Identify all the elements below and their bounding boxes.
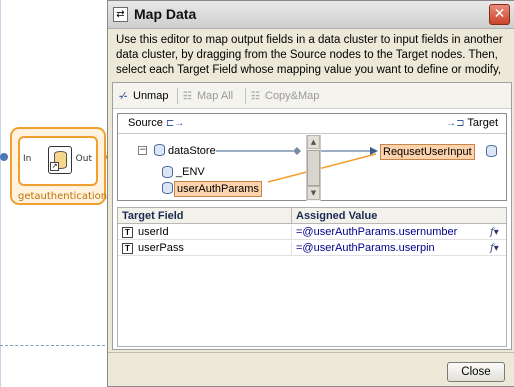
mapping-line-active <box>267 153 377 183</box>
dialog-title: Map Data <box>134 6 197 22</box>
function-icon[interactable]: f▾ <box>490 225 504 240</box>
map-all-button[interactable]: ☷ Map All <box>183 88 233 104</box>
text-type-icon: T <box>122 243 133 254</box>
column-header-assigned-value[interactable]: Assigned Value <box>292 208 506 224</box>
mapping-canvas[interactable]: Source ⊏→ →⊐ Target − dataStore _ENV use… <box>117 113 507 201</box>
database-icon: ↗ <box>48 146 72 174</box>
mapping-toolbar: -⁄- Unmap ☷ Map All ☷ Copy&Map <box>113 83 511 109</box>
canvas-edge <box>0 0 1 387</box>
canvas-boundary-line <box>0 345 110 346</box>
table-header: Target Field Assigned Value <box>118 208 506 224</box>
text-type-icon: T <box>122 227 133 238</box>
unmap-label: Unmap <box>133 90 169 102</box>
data-field-icon <box>162 182 173 194</box>
data-field-icon <box>162 166 173 178</box>
shortcut-arrow-icon: ↗ <box>50 162 59 171</box>
column-header-target-field[interactable]: Target Field <box>118 208 292 224</box>
table-row[interactable]: T userPass =@userAuthParams.userpin f▾ <box>118 241 506 256</box>
tree-collapse-icon[interactable]: − <box>138 146 147 155</box>
node-in-label: In <box>23 154 32 164</box>
mapping-panel: -⁄- Unmap ☷ Map All ☷ Copy&Map Source ⊏→ →⊐… <box>112 82 512 350</box>
node-body: In ↗ Out <box>18 136 98 186</box>
input-port[interactable] <box>0 153 8 161</box>
map-all-label: Map All <box>197 90 234 102</box>
copy-map-label: Copy&Map <box>265 90 320 102</box>
close-icon[interactable]: ✕ <box>489 4 510 25</box>
scroll-up-arrow-icon[interactable]: ▲ <box>307 135 320 149</box>
source-child-userauthparams[interactable]: userAuthParams <box>174 181 262 197</box>
table-row[interactable]: T userId =@userAuthParams.usernumber f▾ <box>118 225 506 240</box>
target-field-name: userId <box>138 226 169 238</box>
toolbar-separator <box>245 88 246 104</box>
map-data-icon: ⇄ <box>113 7 128 22</box>
mapping-scrollbar[interactable]: ▲ ▼ <box>306 135 321 201</box>
map-all-icon: ☷ <box>183 91 192 102</box>
data-cluster-icon <box>154 144 165 156</box>
close-button[interactable]: Close <box>447 362 505 382</box>
toolbar-separator <box>177 88 178 104</box>
mapping-junction-diamond <box>293 147 301 155</box>
function-icon[interactable]: f▾ <box>490 241 504 256</box>
target-field-name: userPass <box>138 242 184 254</box>
target-field-cell[interactable]: T userId <box>118 225 292 240</box>
assigned-value-cell[interactable]: =@userAuthParams.usernumber <box>292 225 492 240</box>
footer-divider <box>108 352 514 353</box>
copy-map-button[interactable]: ☷ Copy&Map <box>251 88 319 104</box>
unmap-icon: -⁄- <box>119 91 128 102</box>
assigned-value-cell[interactable]: =@userAuthParams.userpin <box>292 241 492 256</box>
target-node[interactable]: RequsetUserInput <box>380 144 475 160</box>
map-data-dialog: ⇄ Map Data ✕ Use this editor to map outp… <box>107 0 514 387</box>
dialog-titlebar[interactable]: ⇄ Map Data ✕ <box>108 1 514 29</box>
data-cluster-icon <box>486 145 497 157</box>
copy-map-icon: ☷ <box>251 91 260 102</box>
source-root-label[interactable]: dataStore <box>168 145 216 157</box>
flow-node-getauthentication[interactable]: In ↗ Out getauthentication <box>0 127 114 205</box>
scroll-thumb[interactable] <box>307 150 320 186</box>
node-out-label: Out <box>75 154 92 164</box>
scroll-down-arrow-icon[interactable]: ▼ <box>307 186 320 200</box>
source-child-env[interactable]: _ENV <box>176 166 205 178</box>
dialog-description: Use this editor to map output fields in … <box>116 34 503 76</box>
assignment-table: Target Field Assigned Value T userId =@u… <box>117 207 507 347</box>
node-label: getauthentication <box>18 191 108 202</box>
target-field-cell[interactable]: T userPass <box>118 241 292 256</box>
unmap-button[interactable]: -⁄- Unmap <box>119 88 168 104</box>
